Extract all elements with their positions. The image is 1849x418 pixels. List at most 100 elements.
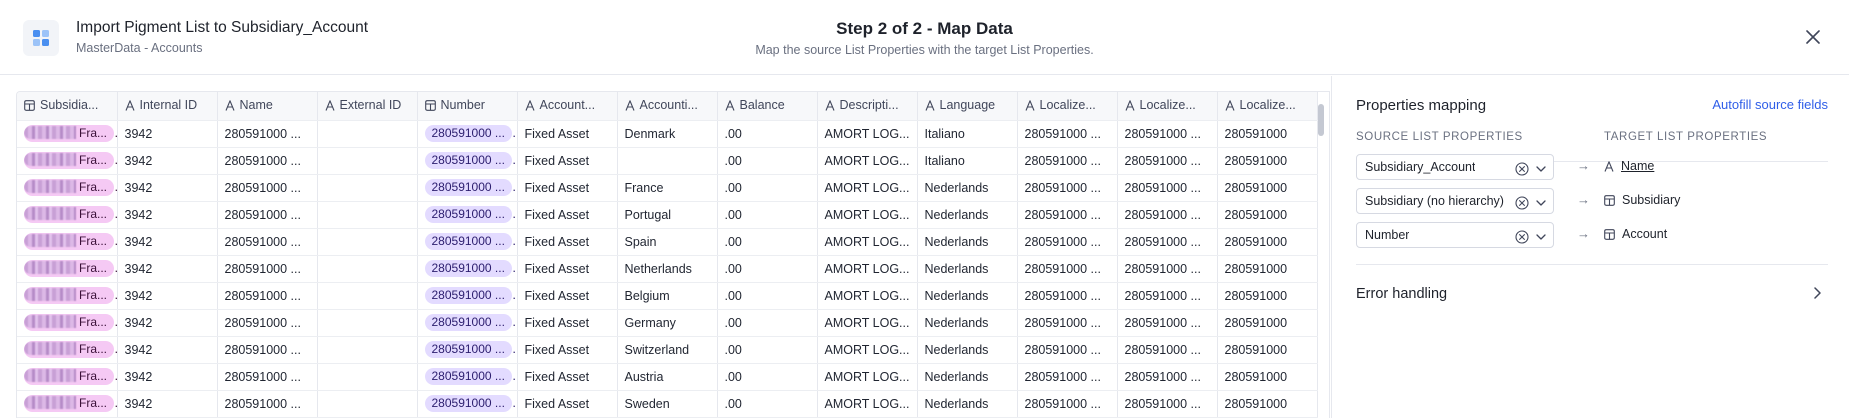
source-property-select[interactable]: Subsidiary_Account — [1356, 154, 1554, 180]
table-cell: 3942 — [117, 120, 218, 148]
cell-text: 280591000 — [1224, 315, 1288, 330]
table-cell: 3942 — [117, 336, 218, 364]
column-header[interactable]: External ID — [317, 92, 418, 121]
table-cell: AMORT LOG... — [817, 390, 918, 418]
subsidiary-pill: Fra... — [24, 395, 114, 412]
subsidiary-pill: Fra... — [24, 206, 114, 223]
table-scrollbar[interactable] — [1316, 92, 1326, 418]
cell-text: 3942 — [124, 288, 153, 303]
column-header[interactable]: Accounti... — [617, 92, 718, 121]
table-cell: 280591000 ... — [1117, 201, 1218, 229]
subsidiary-pill-label: Fra... — [79, 234, 108, 248]
clear-icon[interactable] — [1515, 228, 1529, 244]
cell-text: 280591000 ... — [1124, 369, 1201, 384]
column-header[interactable]: Localize... — [1017, 92, 1118, 121]
column-header[interactable]: Account... — [517, 92, 618, 121]
source-property-value: Subsidiary (no hierarchy) — [1365, 194, 1504, 208]
table-cell: AMORT LOG... — [817, 282, 918, 310]
chevron-down-icon[interactable] — [1534, 160, 1548, 174]
table-cell: 280591000 — [1217, 228, 1318, 256]
column-header-label: Name — [239, 97, 273, 112]
chevron-down-icon[interactable] — [1534, 228, 1548, 242]
cell-text: AMORT LOG... — [824, 288, 910, 303]
table-cell: Fra... — [17, 309, 118, 337]
subsidiary-pill-label: Fra... — [79, 207, 108, 221]
cell-text: 280591000 ... — [224, 234, 301, 249]
cell-text: .00 — [724, 180, 742, 195]
column-header-label: Number — [440, 97, 485, 112]
table-cell: AMORT LOG... — [817, 228, 918, 256]
cell-text: Germany — [624, 315, 676, 330]
number-pill: 280591000 ... — [424, 395, 512, 412]
table-cell: Fixed Asset — [517, 363, 618, 391]
subsidiary-pill-label: Fra... — [79, 288, 108, 302]
chevron-down-icon[interactable] — [1534, 194, 1548, 208]
column-header[interactable]: Localize... — [1217, 92, 1318, 121]
cell-text: 280591000 — [1224, 369, 1288, 384]
subsidiary-pill-label: Fra... — [79, 342, 108, 356]
cell-text: 280591000 — [1224, 261, 1288, 276]
column-header-label: Localize... — [1139, 97, 1196, 112]
table-cell: 280591000 ... — [217, 147, 318, 175]
source-property-select[interactable]: Subsidiary (no hierarchy) — [1356, 188, 1554, 214]
table-scrollbar-thumb[interactable] — [1318, 104, 1324, 136]
close-button[interactable] — [1801, 25, 1825, 49]
source-property-select[interactable]: Number — [1356, 222, 1554, 248]
clear-icon[interactable] — [1515, 194, 1529, 210]
table-cell: Fixed Asset — [517, 174, 618, 202]
table-cell: Fra... — [17, 120, 118, 148]
column-header[interactable]: Internal ID — [117, 92, 218, 121]
table-row: Fra... 3942 280591000 ... 280591000 ... Fixe… — [17, 336, 1318, 364]
cell-text: Fixed Asset — [524, 153, 590, 168]
table-cell: Fra... — [17, 228, 118, 256]
number-pill: 280591000 ... — [424, 179, 512, 196]
number-pill: 280591000 ... — [424, 314, 512, 331]
number-pill: 280591000 ... — [424, 125, 512, 142]
subsidiary-pill: Fra... — [24, 341, 114, 358]
table-cell: 280591000 ... — [1017, 255, 1118, 283]
cell-text: 280591000 ... — [1024, 207, 1101, 222]
column-header[interactable]: Descripti... — [817, 92, 918, 121]
redacted-text — [24, 234, 76, 247]
column-header[interactable]: Language — [917, 92, 1018, 121]
table-cell: Fra... — [17, 282, 118, 310]
redacted-text — [24, 396, 76, 409]
column-header[interactable]: Number — [417, 92, 518, 121]
target-property-label[interactable]: Name — [1621, 159, 1654, 173]
table-cell: AMORT LOG... — [817, 120, 918, 148]
table-cell: Nederlands — [917, 174, 1018, 202]
table-cell: 280591000 — [1217, 336, 1318, 364]
cell-text: .00 — [724, 315, 742, 330]
table-cell: 280591000 ... — [1017, 228, 1118, 256]
column-header[interactable]: Name — [217, 92, 318, 121]
column-header-label: Language — [939, 97, 996, 112]
table-cell: Fra... — [17, 147, 118, 175]
column-header-label: Localize... — [1039, 97, 1096, 112]
column-header[interactable]: Localize... — [1117, 92, 1218, 121]
properties-mapping-panel: Properties mapping Autofill source field… — [1356, 76, 1828, 418]
table-cell: 280591000 ... — [1117, 363, 1218, 391]
clear-icon[interactable] — [1515, 160, 1529, 176]
data-preview-table: Subsidia... Internal ID Name External ID Num… — [16, 91, 1330, 418]
chevron-right-icon — [1814, 287, 1821, 299]
cell-text: Fixed Asset — [524, 369, 590, 384]
target-property-label: Subsidiary — [1622, 193, 1681, 207]
cell-text: 280591000 ... — [1124, 396, 1201, 411]
dialog-subtitle: MasterData - Accounts — [76, 41, 203, 55]
cell-text: 280591000 ... — [1124, 180, 1201, 195]
table-cell: 280591000 ... — [217, 390, 318, 418]
table-cell: 280591000 ... — [217, 255, 318, 283]
cell-text: AMORT LOG... — [824, 180, 910, 195]
table-cell: Fra... — [17, 255, 118, 283]
column-header[interactable]: Subsidia... — [17, 92, 118, 121]
table-cell: Italiano — [917, 120, 1018, 148]
table-cell — [317, 120, 418, 148]
target-property-label: Account — [1622, 227, 1668, 241]
cell-text: 280591000 — [1224, 288, 1288, 303]
cell-text: Nederlands — [924, 288, 989, 303]
text-type-icon — [1024, 100, 1035, 114]
error-handling-section[interactable]: Error handling — [1356, 282, 1828, 306]
table-cell: Fixed Asset — [517, 120, 618, 148]
autofill-source-fields-link[interactable]: Autofill source fields — [1712, 97, 1828, 112]
column-header[interactable]: Balance — [717, 92, 818, 121]
